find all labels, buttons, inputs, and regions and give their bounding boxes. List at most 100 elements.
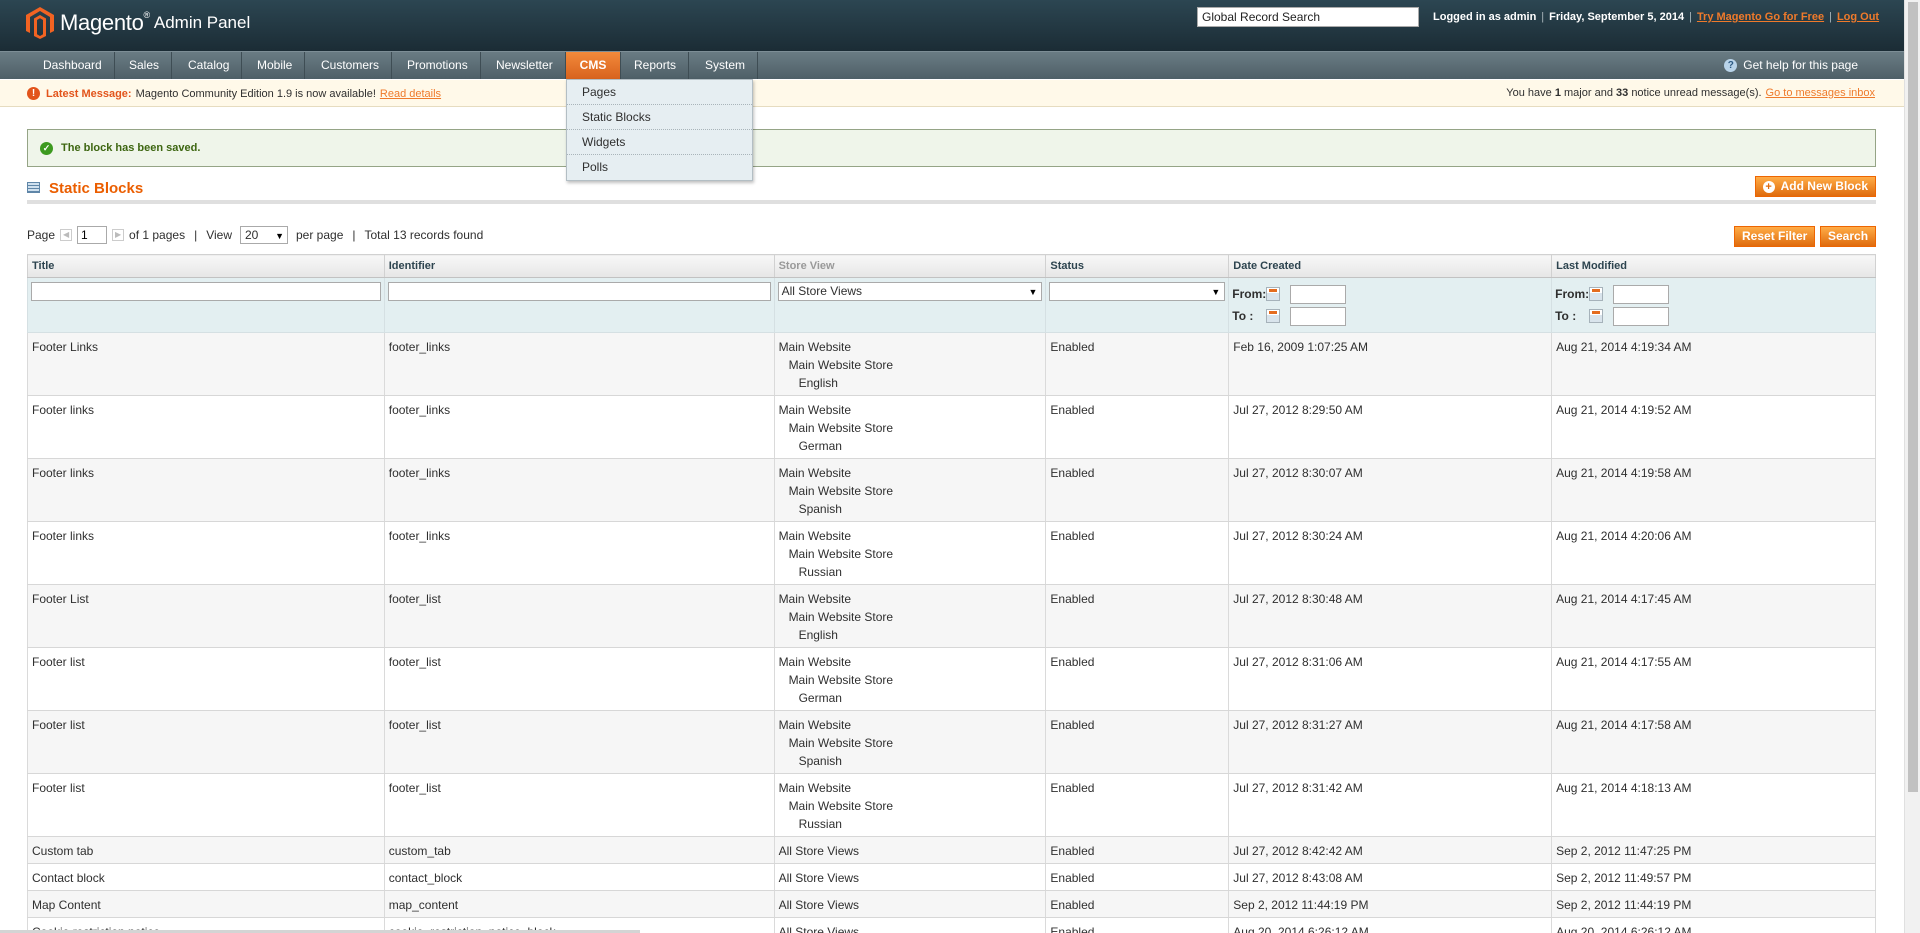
magento-logo[interactable]: Magento® Admin Panel <box>26 7 250 39</box>
store-view-line: Main Website <box>778 592 852 606</box>
prev-page-icon[interactable]: ◀ <box>60 229 73 241</box>
store-view-line: Main Website Store <box>788 484 894 498</box>
table-row[interactable]: Footer list footer_list Main Website Main W… <box>27 647 1876 711</box>
menu-item-polls[interactable]: Polls <box>567 155 752 180</box>
nav-dashboard[interactable]: Dashboard <box>31 52 115 79</box>
row-identifier: footer_list <box>383 647 775 711</box>
per-page-select[interactable]: 20 <box>240 226 288 244</box>
nav-promotions[interactable]: Promotions <box>395 52 481 79</box>
created-to-input[interactable] <box>1290 306 1347 326</box>
reset-filter-button[interactable]: Reset Filter <box>1734 226 1816 247</box>
page-input[interactable] <box>77 226 108 244</box>
row-identifier: footer_links <box>383 395 775 459</box>
col-identifier[interactable]: Identifier <box>383 254 775 278</box>
nav-reports[interactable]: Reports <box>622 52 690 79</box>
latest-message: ! Latest Message: Magento Community Edit… <box>27 87 441 100</box>
row-status: Enabled <box>1045 647 1230 711</box>
read-details-link[interactable]: Read details <box>380 88 441 100</box>
table-row[interactable]: Footer links footer_links Main Website Main… <box>27 458 1876 522</box>
calendar-icon[interactable] <box>1589 287 1604 301</box>
table-row[interactable]: Footer Links footer_links Main Website Main… <box>27 332 1876 396</box>
col-date-created[interactable]: Date Created <box>1228 254 1553 278</box>
table-row[interactable]: Footer list footer_list Main Website Main W… <box>27 773 1876 837</box>
add-new-block-label: Add New Block <box>1780 179 1868 193</box>
row-date-created: Jul 27, 2012 8:31:27 AM <box>1228 710 1553 774</box>
nav-catalog[interactable]: Catalog <box>176 52 243 79</box>
row-identifier: footer_list <box>383 773 775 837</box>
row-date-created: Jul 27, 2012 8:31:06 AM <box>1228 647 1553 711</box>
current-date: Friday, September 5, 2014 <box>1549 11 1685 23</box>
store-view-line: Spanish <box>798 502 842 516</box>
next-page-icon[interactable]: ▶ <box>112 229 125 241</box>
help-icon: ? <box>1724 59 1738 72</box>
table-row[interactable]: Contact block contact_block All Store View… <box>27 863 1876 891</box>
table-row[interactable]: Custom tab custom_tab All Store Views Enabl… <box>27 836 1876 864</box>
add-new-block-button[interactable]: + Add New Block <box>1754 176 1876 197</box>
admin-header: Magento® Admin Panel Logged in as admin|… <box>0 0 1904 51</box>
created-from-label: From: <box>1232 287 1267 301</box>
store-view-line: Main Website Store <box>788 799 894 813</box>
scrollbar-thumb[interactable] <box>1908 2 1918 792</box>
row-identifier: map_content <box>383 890 775 918</box>
row-title: Footer list <box>27 710 385 774</box>
title-filter-input[interactable] <box>31 282 381 301</box>
nav-newsletter[interactable]: Newsletter <box>484 52 566 79</box>
filter-cell-identifier <box>383 277 775 333</box>
store-view-line: Spanish <box>798 754 842 768</box>
col-last-modified[interactable]: Last Modified <box>1551 254 1876 278</box>
success-message: ✓ The block has been saved. <box>27 129 1876 167</box>
modified-from-input[interactable] <box>1613 284 1670 304</box>
created-from-input[interactable] <box>1290 284 1347 304</box>
calendar-icon[interactable] <box>1266 287 1281 301</box>
identifier-filter-input[interactable] <box>387 282 771 301</box>
status-filter-select[interactable] <box>1049 282 1226 301</box>
row-store-view: All Store Views <box>773 863 1047 891</box>
latest-message-text: Magento Community Edition 1.9 is now ava… <box>135 87 376 100</box>
table-row[interactable]: Footer list footer_list Main Website Main W… <box>27 710 1876 774</box>
row-date-created: Jul 27, 2012 8:42:42 AM <box>1228 836 1553 864</box>
table-row[interactable]: Footer List footer_list Main Website Main W… <box>27 584 1876 648</box>
global-search-input[interactable] <box>1197 7 1419 27</box>
row-date-created: Aug 20, 2014 6:26:12 AM <box>1228 917 1553 933</box>
row-status: Enabled <box>1045 890 1230 918</box>
row-identifier: custom_tab <box>383 836 775 864</box>
plus-icon: + <box>1762 181 1775 193</box>
menu-item-pages[interactable]: Pages <box>567 80 752 105</box>
notice-count: 33 <box>1616 87 1629 99</box>
table-row[interactable]: Map Content map_content All Store Views Ena… <box>27 890 1876 918</box>
static-blocks-grid: Title Identifier Store View Status Date … <box>27 254 1876 933</box>
search-button[interactable]: Search <box>1820 226 1876 247</box>
nav-system[interactable]: System <box>693 52 759 79</box>
table-row[interactable]: Footer links footer_links Main Website Main… <box>27 521 1876 585</box>
nav-customers[interactable]: Customers <box>309 52 393 79</box>
vertical-scrollbar[interactable] <box>1904 0 1920 933</box>
messages-inbox-link[interactable]: Go to messages inbox <box>1766 87 1875 99</box>
menu-item-widgets[interactable]: Widgets <box>567 130 752 155</box>
help-link[interactable]: ? Get help for this page <box>1724 52 1858 79</box>
created-from-range: From: <box>1232 284 1548 304</box>
col-status[interactable]: Status <box>1045 254 1230 278</box>
row-title: Footer List <box>27 584 385 648</box>
nav-sales[interactable]: Sales <box>117 52 173 79</box>
try-magento-go-link[interactable]: Try Magento Go for Free <box>1697 11 1824 23</box>
nav-mobile[interactable]: Mobile <box>245 52 306 79</box>
col-title[interactable]: Title <box>27 254 385 278</box>
calendar-icon[interactable] <box>1589 309 1604 323</box>
table-row[interactable]: Footer links footer_links Main Website Main… <box>27 395 1876 459</box>
logout-link[interactable]: Log Out <box>1837 11 1879 23</box>
row-last-modified: Aug 21, 2014 4:17:45 AM <box>1551 584 1876 648</box>
modified-from-label: From: <box>1555 287 1590 301</box>
store-view-filter-select[interactable]: All Store Views <box>777 282 1043 301</box>
nav-cms[interactable]: CMS <box>566 52 621 79</box>
menu-item-static-blocks[interactable]: Static Blocks <box>567 105 752 130</box>
store-view-line: Main Website <box>778 403 852 417</box>
modified-to-input[interactable] <box>1613 306 1670 326</box>
row-status: Enabled <box>1045 863 1230 891</box>
row-date-created: Jul 27, 2012 8:31:42 AM <box>1228 773 1553 837</box>
modified-to-label: To : <box>1555 309 1577 323</box>
row-date-created: Sep 2, 2012 11:44:19 PM <box>1228 890 1553 918</box>
created-to-label: To : <box>1232 309 1254 323</box>
unread-mid: major and <box>1564 87 1613 99</box>
calendar-icon[interactable] <box>1266 309 1281 323</box>
cms-dropdown-menu: Pages Static Blocks Widgets Polls <box>566 79 753 181</box>
